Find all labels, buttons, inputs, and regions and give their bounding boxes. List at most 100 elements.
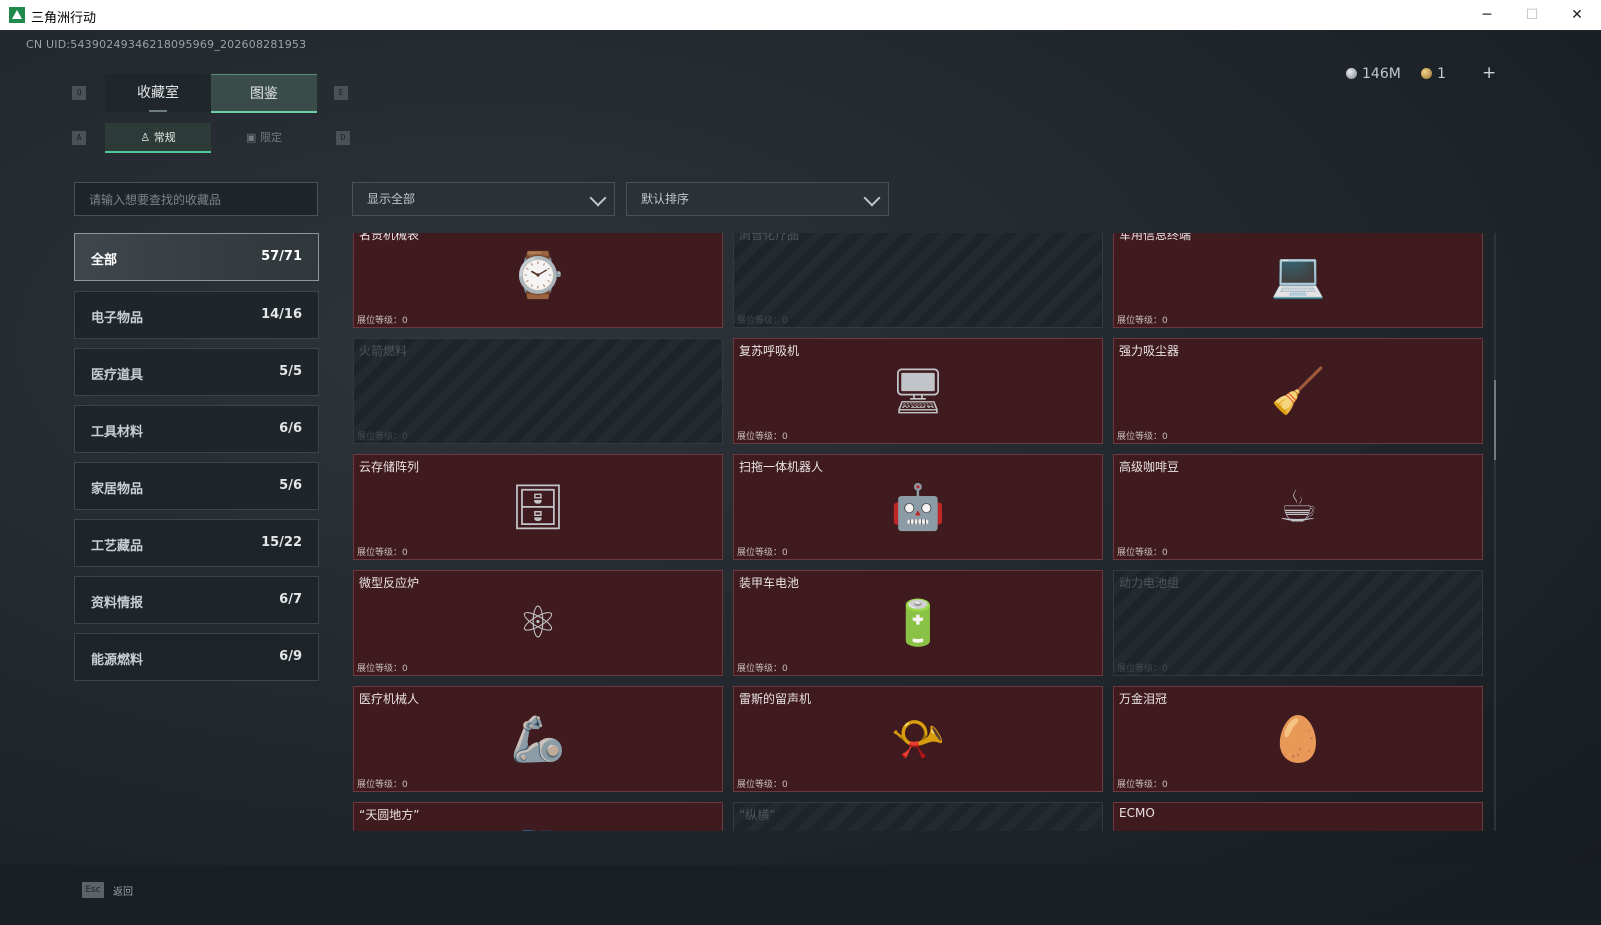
- minimize-button[interactable]: ─: [1465, 0, 1509, 30]
- item-level-label: 展位等级：: [737, 432, 783, 442]
- category-household[interactable]: 家居物品 5/6: [74, 462, 319, 510]
- item-name: 云存储阵列: [359, 460, 420, 474]
- item-name: 军用信息终端: [1119, 233, 1192, 242]
- item-level-value: 0: [1162, 548, 1168, 558]
- item-level-value: 0: [402, 664, 408, 674]
- figure-icon: ♙: [140, 131, 151, 144]
- tab-codex[interactable]: 图鉴: [211, 74, 317, 113]
- item-level-value: 0: [1162, 780, 1168, 790]
- item-card[interactable]: 消音化疗品展位等级：0: [733, 233, 1103, 328]
- item-card[interactable]: 雷斯的留声机 📯 展位等级：0: [733, 686, 1103, 792]
- item-card[interactable]: 装甲车电池 🔋 展位等级：0: [733, 570, 1103, 676]
- item-card[interactable]: 军用信息终端 💻 展位等级：0: [1113, 233, 1483, 328]
- item-card[interactable]: 火箭燃料展位等级：0: [353, 338, 723, 444]
- subtab-limited[interactable]: ▣ 限定: [211, 123, 317, 153]
- item-level: 展位等级：0: [737, 545, 788, 558]
- search-input[interactable]: 请输入想要查找的收藏品: [74, 182, 318, 216]
- category-all[interactable]: 全部 57/71: [74, 233, 319, 281]
- gold-coin-icon: [1421, 68, 1432, 79]
- sort-value: 默认排序: [641, 192, 690, 206]
- item-name: 消音化疗品: [739, 233, 800, 242]
- subtab-regular[interactable]: ♙ 常规: [105, 123, 211, 153]
- filter-dropdown[interactable]: 显示全部: [352, 182, 615, 216]
- item-card[interactable]: 强力吸尘器 🧹 展位等级：0: [1113, 338, 1483, 444]
- item-card[interactable]: 高级咖啡豆 ☕ 展位等级：0: [1113, 454, 1483, 560]
- item-card[interactable]: “纵横”展位等级：0: [733, 802, 1103, 831]
- item-grid: 名贵机械表 ⌚ 展位等级：0 消音化疗品 展位等级：0 军用信息终端 💻 展位等级：0 火箭燃料…: [353, 233, 1493, 831]
- category-label: 工具材料: [91, 425, 144, 440]
- item-name: 名贵机械表: [359, 233, 420, 242]
- window-titlebar: 三角洲行动 ─ ☐ ✕: [0, 0, 1601, 30]
- back-button-label[interactable]: 返回: [113, 883, 133, 898]
- item-card[interactable]: “天圆地方”🏅展位等级：0: [353, 802, 723, 831]
- item-level-value: 0: [1162, 664, 1168, 674]
- item-name: 强力吸尘器: [1119, 344, 1180, 358]
- category-count: 15/22: [261, 535, 302, 550]
- key-hint-d: D: [336, 131, 350, 145]
- category-energy[interactable]: 能源燃料 6/9: [74, 633, 319, 681]
- item-level: 展位等级：0: [737, 777, 788, 790]
- item-level-label: 展位等级：: [1117, 548, 1163, 558]
- vacuum-icon: 🧹: [1270, 366, 1326, 417]
- item-level: 展位等级：0: [357, 429, 408, 442]
- item-name: 微型反应炉: [359, 576, 420, 590]
- item-level: 展位等级：0: [737, 313, 788, 326]
- item-card[interactable]: 微型反应炉 ⚛ 展位等级：0: [353, 570, 723, 676]
- item-card[interactable]: 动力电池组 展位等级：0: [1113, 570, 1483, 676]
- gold-currency: 1: [1421, 66, 1446, 82]
- chevron-down-icon: [863, 189, 881, 207]
- item-level-value: 0: [402, 316, 408, 326]
- tab-collection-room[interactable]: 收藏室: [105, 74, 211, 112]
- scrollbar-thumb[interactable]: [1494, 380, 1496, 460]
- key-hint-q: Q: [72, 86, 86, 100]
- category-count: 5/5: [279, 364, 302, 379]
- category-intel[interactable]: 资料情报 6/7: [74, 576, 319, 624]
- sort-dropdown[interactable]: 默认排序: [626, 182, 889, 216]
- reactor-icon: ⚛: [518, 597, 558, 649]
- watch-icon: ⌚: [510, 250, 566, 301]
- maximize-button[interactable]: ☐: [1510, 0, 1554, 30]
- item-level-value: 0: [402, 548, 408, 558]
- subtab-regular-label: 常规: [153, 131, 176, 144]
- item-card[interactable]: 医疗机械人 🦾 展位等级：0: [353, 686, 723, 792]
- jewel-egg-icon: 🥚: [1270, 714, 1326, 765]
- category-label: 工艺藏品: [91, 539, 144, 554]
- item-card[interactable]: 云存储阵列 🗄 展位等级：0: [353, 454, 723, 560]
- item-card[interactable]: 万金泪冠 🥚 展位等级：0: [1113, 686, 1483, 792]
- ventilator-icon: 🖥: [890, 366, 946, 417]
- item-name: “纵横”: [739, 808, 776, 822]
- add-currency-button[interactable]: +: [1482, 63, 1496, 83]
- robot-vacuum-icon: 🤖: [890, 482, 946, 533]
- item-level-label: 展位等级：: [357, 780, 403, 790]
- item-card[interactable]: 扫拖一体机器人 🤖 展位等级：0: [733, 454, 1103, 560]
- item-level: 展位等级：0: [1117, 777, 1168, 790]
- category-tools[interactable]: 工具材料 6/6: [74, 405, 319, 453]
- key-hint-e: E: [334, 86, 348, 100]
- item-level-label: 展位等级：: [737, 548, 783, 558]
- coffee-bag-icon: ☕: [1278, 481, 1318, 533]
- item-level-value: 0: [782, 664, 788, 674]
- item-name: 医疗机械人: [359, 692, 420, 706]
- item-level-value: 0: [782, 432, 788, 442]
- item-card[interactable]: 名贵机械表 ⌚ 展位等级：0: [353, 233, 723, 328]
- item-level-label: 展位等级：: [1117, 664, 1163, 674]
- scrollbar-track[interactable]: [1494, 233, 1496, 831]
- server-array-icon: 🗄: [510, 482, 566, 533]
- category-label: 电子物品: [91, 311, 144, 326]
- item-level-label: 展位等级：: [737, 780, 783, 790]
- item-name: 火箭燃料: [359, 344, 408, 358]
- item-name: 装甲车电池: [739, 576, 800, 590]
- item-card[interactable]: ECMO⚕展位等级：0: [1113, 802, 1483, 831]
- item-level-label: 展位等级：: [357, 664, 403, 674]
- category-crafts[interactable]: 工艺藏品 15/22: [74, 519, 319, 567]
- category-electronics[interactable]: 电子物品 14/16: [74, 291, 319, 339]
- category-medical[interactable]: 医疗道具 5/5: [74, 348, 319, 396]
- item-level: 展位等级：0: [1117, 313, 1168, 326]
- item-level: 展位等级：0: [357, 313, 408, 326]
- esc-key-hint[interactable]: Esc: [82, 882, 104, 898]
- category-count: 6/7: [279, 592, 302, 607]
- close-button[interactable]: ✕: [1555, 0, 1599, 30]
- item-name: 扫拖一体机器人: [739, 460, 824, 474]
- item-level: 展位等级：0: [737, 661, 788, 674]
- item-card[interactable]: 复苏呼吸机 🖥 展位等级：0: [733, 338, 1103, 444]
